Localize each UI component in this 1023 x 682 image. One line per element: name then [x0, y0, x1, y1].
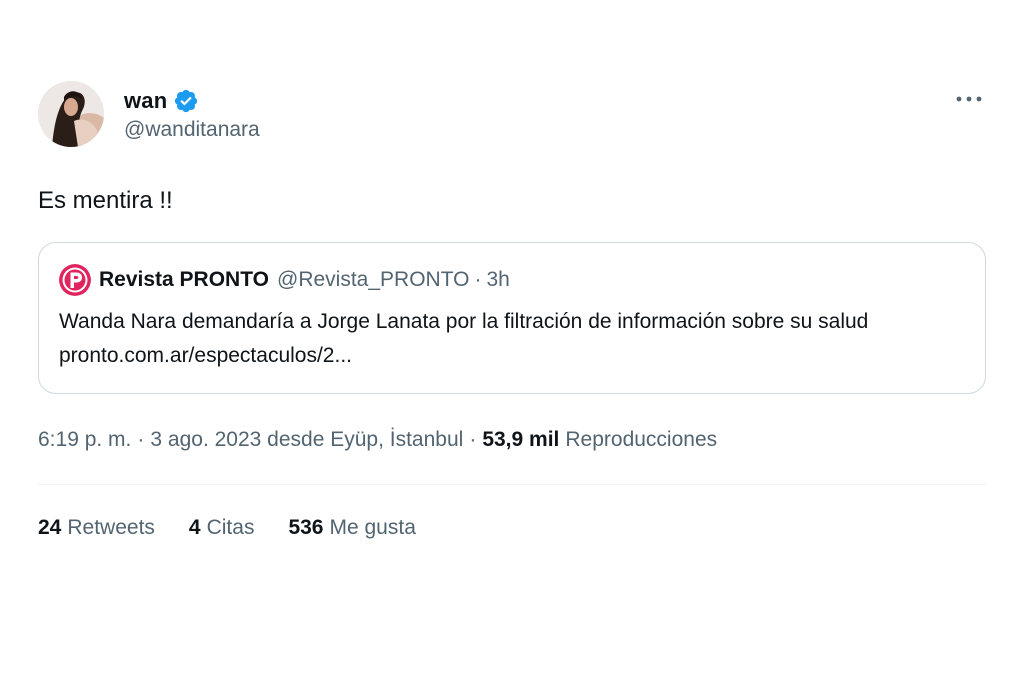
- views-count: 53,9 mil: [482, 428, 560, 451]
- tweet-date-location[interactable]: 3 ago. 2023 desde Eyüp, İstanbul: [150, 428, 463, 452]
- quoted-author-handle[interactable]: @Revista_PRONTO: [277, 268, 469, 292]
- divider: [38, 484, 986, 485]
- author-names: wan @wanditanara: [124, 86, 260, 142]
- tweet-metadata: 6:19 p. m. · 3 ago. 2023 desde Eyüp, İst…: [38, 424, 986, 456]
- retweets-count: 24: [38, 516, 62, 539]
- quoted-author-name[interactable]: Revista PRONTO: [99, 268, 269, 292]
- verified-badge-icon[interactable]: [173, 88, 199, 114]
- pronto-logo-icon[interactable]: [59, 264, 91, 296]
- tweet-time[interactable]: 6:19 p. m.: [38, 428, 131, 452]
- meta-separator: ·: [469, 428, 477, 451]
- quoted-tweet-link[interactable]: pronto.com.ar/espectaculos/2...: [59, 339, 963, 373]
- quoted-tweet-body: Wanda Nara demandaría a Jorge Lanata por…: [59, 305, 963, 373]
- author-display-name[interactable]: wan: [124, 88, 167, 114]
- tweet-header: wan @wanditanara: [38, 80, 986, 148]
- more-horizontal-icon: [956, 96, 982, 102]
- quotes-count: 4: [188, 516, 201, 539]
- retweets-stat[interactable]: 24 Retweets: [38, 516, 155, 540]
- likes-label: Me gusta: [329, 516, 416, 539]
- quoted-tweet-header: Revista PRONTO @Revista_PRONTO · 3h: [59, 263, 963, 297]
- quoted-tweet[interactable]: Revista PRONTO @Revista_PRONTO · 3h Wand…: [38, 242, 986, 394]
- quoted-timestamp[interactable]: 3h: [486, 268, 509, 292]
- quotes-label: Citas: [206, 516, 255, 539]
- retweets-label: Retweets: [67, 516, 155, 539]
- more-options-button[interactable]: [952, 86, 986, 112]
- quoted-dot-separator: ·: [474, 268, 482, 291]
- tweet-text: Es mentira !!: [38, 187, 173, 214]
- likes-stat[interactable]: 536 Me gusta: [288, 516, 415, 540]
- name-row: wan: [124, 86, 260, 116]
- quoted-tweet-text: Wanda Nara demandaría a Jorge Lanata por…: [59, 310, 869, 333]
- views-label: Reproducciones: [565, 428, 718, 451]
- quotes-stat[interactable]: 4 Citas: [189, 516, 255, 540]
- avatar[interactable]: [38, 81, 104, 147]
- tweet: wan @wanditanara Es mentira !! Revista P…: [38, 80, 986, 543]
- avatar-image: [38, 81, 104, 147]
- engagement-stats: 24 Retweets 4 Citas 536 Me gusta: [38, 513, 986, 543]
- author-handle[interactable]: @wanditanara: [124, 118, 260, 142]
- meta-separator: ·: [137, 428, 145, 451]
- likes-count: 536: [288, 516, 324, 539]
